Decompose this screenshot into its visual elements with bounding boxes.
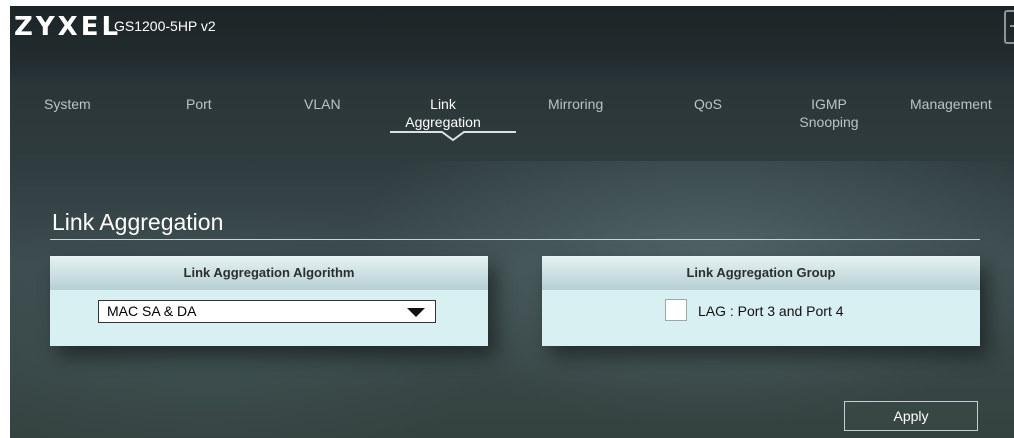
chevron-down-icon	[407, 308, 425, 317]
tab-qos[interactable]: QoS	[694, 95, 722, 113]
title-divider	[50, 239, 980, 240]
group-panel-heading: Link Aggregation Group	[542, 256, 980, 290]
algorithm-panel-heading: Link Aggregation Algorithm	[50, 256, 488, 290]
top-bar: ZYXEL GS1200-5HP v2	[10, 6, 1014, 82]
logout-icon[interactable]	[1004, 10, 1014, 44]
tab-management[interactable]: Management	[910, 95, 992, 113]
tab-label: Mirroring	[548, 96, 604, 112]
tab-label-line1: Link	[430, 96, 456, 112]
tab-label-line2: Aggregation	[405, 114, 481, 130]
tab-system[interactable]: System	[44, 95, 91, 113]
group-panel-body: LAG : Port 3 and Port 4	[542, 290, 980, 346]
algorithm-select[interactable]: MAC SA & DA	[98, 300, 436, 323]
tab-label: Port	[186, 96, 212, 112]
tab-label-line1: IGMP	[811, 96, 847, 112]
tab-link-aggregation[interactable]: Link Aggregation	[388, 95, 498, 131]
lag-checkbox[interactable]	[665, 299, 687, 321]
algorithm-panel-body: MAC SA & DA	[50, 290, 488, 346]
group-panel: Link Aggregation Group LAG : Port 3 and …	[542, 256, 980, 346]
page-title: Link Aggregation	[52, 209, 224, 235]
tab-label: VLAN	[304, 96, 341, 112]
tab-port[interactable]: Port	[186, 95, 212, 113]
algorithm-panel: Link Aggregation Algorithm MAC SA & DA	[50, 256, 488, 346]
model-name: GS1200-5HP v2	[114, 18, 216, 34]
tab-igmp-snooping[interactable]: IGMP Snooping	[794, 95, 864, 131]
tab-label: System	[44, 96, 91, 112]
algorithm-select-value: MAC SA & DA	[107, 303, 197, 319]
apply-button[interactable]: Apply	[844, 401, 978, 431]
tab-vlan[interactable]: VLAN	[304, 95, 341, 113]
tab-label-line2: Snooping	[799, 114, 859, 130]
app-frame: ZYXEL GS1200-5HP v2 System Port VLAN Lin…	[10, 6, 1014, 438]
main-nav: System Port VLAN Link Aggregation Mirror…	[10, 81, 1014, 161]
lag-checkbox-label: LAG : Port 3 and Port 4	[698, 303, 844, 319]
tab-label: QoS	[694, 96, 723, 112]
active-tab-indicator	[390, 131, 516, 142]
tab-mirroring[interactable]: Mirroring	[548, 95, 603, 113]
zyxel-logo: ZYXEL	[14, 12, 122, 42]
tab-label: Management	[910, 96, 992, 112]
